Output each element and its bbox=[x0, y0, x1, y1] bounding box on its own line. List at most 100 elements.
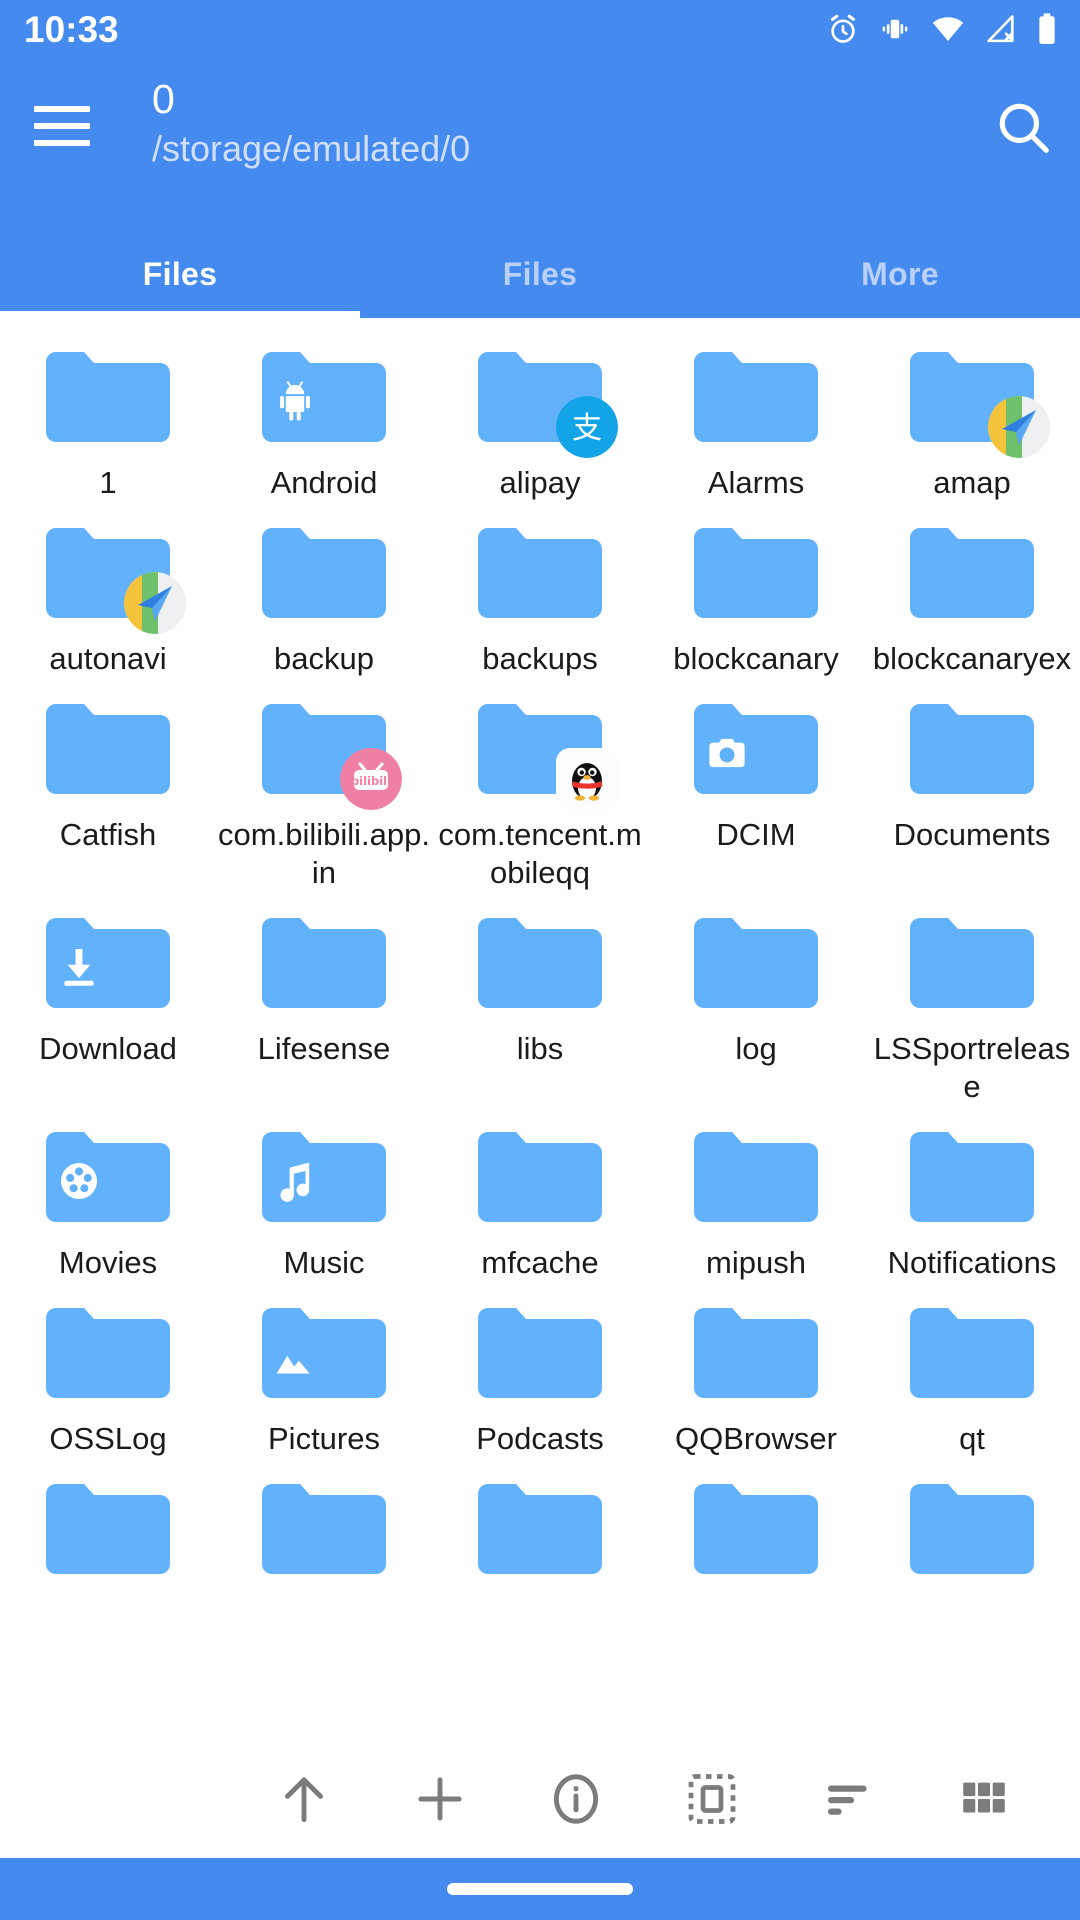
file-grid-item[interactable]: Download bbox=[0, 904, 216, 1118]
file-grid-item[interactable]: mfcache bbox=[432, 1118, 648, 1294]
file-grid-item[interactable] bbox=[648, 1470, 864, 1608]
file-grid-item[interactable] bbox=[0, 1470, 216, 1608]
tab-bar: Files Files More bbox=[0, 230, 1080, 318]
file-grid-item[interactable]: qt bbox=[864, 1294, 1080, 1470]
file-grid-item[interactable]: bilibili com.bilibili.app.in bbox=[216, 690, 432, 904]
file-grid-item[interactable]: backups bbox=[432, 514, 648, 690]
file-name-label: Alarms bbox=[707, 465, 805, 500]
app-bar: 10:33 0 /storage/emulated/0 Files Files … bbox=[0, 0, 1080, 318]
file-name-label: DCIM bbox=[716, 817, 796, 852]
folder-plain-icon bbox=[902, 1304, 1042, 1402]
sort-icon[interactable] bbox=[780, 1740, 916, 1858]
file-grid-item[interactable]: blockcanaryex bbox=[864, 514, 1080, 690]
file-grid-item[interactable]: 1 bbox=[0, 338, 216, 514]
file-name-label: backups bbox=[482, 641, 598, 676]
tab-more[interactable]: More bbox=[720, 230, 1080, 318]
info-icon[interactable] bbox=[508, 1740, 644, 1858]
folder-plain-icon bbox=[470, 1480, 610, 1578]
folder-plain-icon bbox=[38, 1480, 178, 1578]
file-grid-item[interactable]: Documents bbox=[864, 690, 1080, 904]
folder-plain-icon bbox=[38, 700, 178, 798]
tab-files-secondary[interactable]: Files bbox=[360, 230, 720, 318]
file-grid-container[interactable]: 1 Android 支 alipay Alarms amap autonavi backup b… bbox=[0, 318, 1080, 1858]
file-grid-item[interactable]: amap bbox=[864, 338, 1080, 514]
file-grid-item[interactable]: libs bbox=[432, 904, 648, 1118]
file-grid-item[interactable] bbox=[216, 1470, 432, 1608]
file-grid-item[interactable]: Catfish bbox=[0, 690, 216, 904]
file-grid-item[interactable]: OSSLog bbox=[0, 1294, 216, 1470]
file-grid-item[interactable]: Notifications bbox=[864, 1118, 1080, 1294]
file-grid-item[interactable]: log bbox=[648, 904, 864, 1118]
file-name-label: LSSportrelease bbox=[873, 1031, 1071, 1104]
file-grid-item[interactable]: Alarms bbox=[648, 338, 864, 514]
hamburger-menu-icon[interactable] bbox=[34, 98, 90, 154]
folder-plain-icon bbox=[902, 1480, 1042, 1578]
file-grid-item[interactable] bbox=[864, 1470, 1080, 1608]
folder-icon bbox=[902, 914, 1042, 1008]
folder-pictures-icon bbox=[254, 1304, 394, 1402]
file-grid-item[interactable]: autonavi bbox=[0, 514, 216, 690]
file-grid-item[interactable]: Podcasts bbox=[432, 1294, 648, 1470]
file-grid-item[interactable]: Movies bbox=[0, 1118, 216, 1294]
plus-icon[interactable] bbox=[372, 1740, 508, 1858]
search-icon[interactable] bbox=[992, 96, 1054, 158]
folder-icon bbox=[686, 914, 826, 1008]
file-grid-item[interactable]: Music bbox=[216, 1118, 432, 1294]
folder-plain-icon: 支 bbox=[470, 348, 618, 458]
file-name-label: blockcanary bbox=[673, 641, 839, 676]
folder-plain-icon bbox=[470, 700, 618, 810]
folder-plain-icon bbox=[902, 524, 1042, 622]
folder-plain-icon bbox=[470, 1304, 610, 1402]
select-all-icon[interactable] bbox=[644, 1740, 780, 1858]
folder-android-icon bbox=[254, 348, 394, 446]
folder-plain-icon bbox=[902, 1128, 1042, 1226]
download-glyph-icon bbox=[56, 944, 102, 990]
folder-download-icon bbox=[38, 914, 178, 1012]
file-grid-item[interactable]: blockcanary bbox=[648, 514, 864, 690]
file-name-label: Music bbox=[283, 1245, 365, 1280]
file-name-label: alipay bbox=[499, 465, 581, 500]
file-name-label: mipush bbox=[706, 1245, 806, 1280]
file-grid-item[interactable]: LSSportrelease bbox=[864, 904, 1080, 1118]
battery-icon bbox=[1036, 12, 1058, 46]
file-grid-item[interactable]: 支 alipay bbox=[432, 338, 648, 514]
file-name-label: backup bbox=[274, 641, 374, 676]
folder-icon bbox=[902, 1304, 1042, 1398]
file-name-label: qt bbox=[959, 1421, 985, 1456]
camera-glyph-icon bbox=[704, 730, 750, 776]
file-grid-item[interactable]: Lifesense bbox=[216, 904, 432, 1118]
file-grid-item[interactable]: backup bbox=[216, 514, 432, 690]
tab-files-primary[interactable]: Files bbox=[0, 230, 360, 318]
system-navigation-bar bbox=[0, 1858, 1080, 1920]
home-gesture-pill[interactable] bbox=[447, 1883, 633, 1895]
grid-view-icon[interactable] bbox=[916, 1740, 1052, 1858]
folder-plain-icon bbox=[38, 1304, 178, 1402]
wifi-icon bbox=[930, 12, 966, 46]
tab-label: More bbox=[861, 255, 939, 292]
folder-icon bbox=[470, 524, 610, 618]
file-grid-item[interactable]: Android bbox=[216, 338, 432, 514]
tab-label: Files bbox=[142, 255, 218, 292]
amap-badge-icon bbox=[124, 572, 186, 634]
file-name-label: Android bbox=[270, 465, 378, 500]
file-name-label: 1 bbox=[99, 465, 117, 500]
file-name-label: blockcanaryex bbox=[872, 641, 1072, 676]
file-grid-item[interactable] bbox=[432, 1470, 648, 1608]
up-arrow-icon[interactable] bbox=[236, 1740, 372, 1858]
folder-icon bbox=[254, 1480, 394, 1574]
file-grid-item[interactable]: com.tencent.mobileqq bbox=[432, 690, 648, 904]
folder-icon bbox=[686, 348, 826, 442]
folder-icon bbox=[470, 914, 610, 1008]
file-grid-item[interactable]: mipush bbox=[648, 1118, 864, 1294]
file-name-label: Movies bbox=[58, 1245, 158, 1280]
file-manager-screen: 10:33 0 /storage/emulated/0 Files Files … bbox=[0, 0, 1080, 1920]
file-grid-item[interactable]: QQBrowser bbox=[648, 1294, 864, 1470]
folder-plain-icon bbox=[686, 348, 826, 446]
file-grid-item[interactable]: DCIM bbox=[648, 690, 864, 904]
status-bar: 10:33 bbox=[0, 0, 1080, 58]
folder-icon bbox=[38, 700, 178, 794]
folder-plain-icon: bilibili bbox=[254, 700, 402, 810]
file-grid-item[interactable]: Pictures bbox=[216, 1294, 432, 1470]
folder-icon bbox=[470, 1128, 610, 1222]
folder-music-icon bbox=[254, 1128, 394, 1226]
